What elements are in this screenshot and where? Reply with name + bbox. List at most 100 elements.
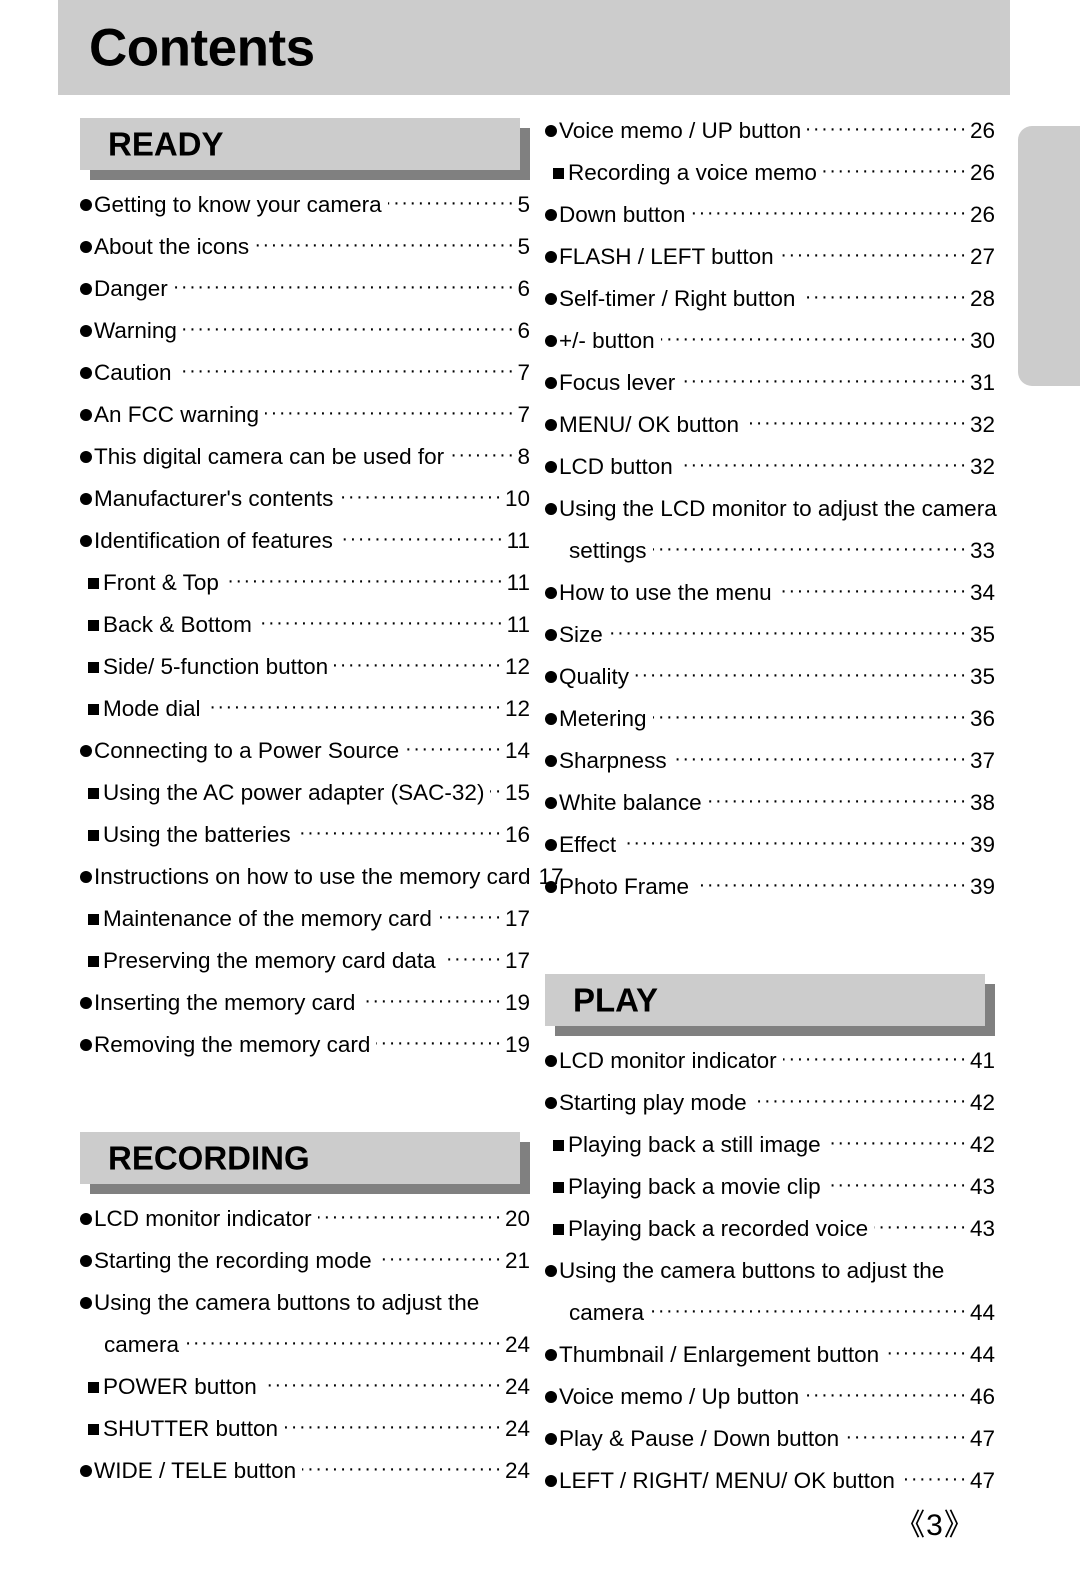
toc-entry[interactable]: Playing back a movie clip ···············… bbox=[545, 1174, 995, 1216]
toc-entry[interactable]: Using the batteries ·····················… bbox=[80, 822, 530, 864]
toc-page-number: 15 bbox=[504, 780, 530, 805]
toc-leader-dots: ········································… bbox=[673, 748, 968, 771]
toc-entry[interactable]: Front & Top ·····························… bbox=[80, 570, 530, 612]
toc-entry[interactable]: Getting to know your camera ·············… bbox=[80, 192, 530, 234]
toc-entry-label: settings bbox=[569, 538, 647, 563]
toc-entry-label: Side/ 5-function button bbox=[103, 654, 329, 679]
toc-entry-label: Size bbox=[559, 622, 603, 647]
toc-entry[interactable]: camera ··································… bbox=[545, 1300, 995, 1342]
toc-entry[interactable]: Effect ··································… bbox=[545, 832, 995, 874]
toc-entry[interactable]: Size ····································… bbox=[545, 622, 995, 664]
toc-entry[interactable]: camera ··································… bbox=[80, 1332, 530, 1374]
toc-page-number: 24 bbox=[504, 1332, 530, 1357]
toc-leader-dots: ········································… bbox=[284, 1416, 503, 1439]
toc-entry[interactable]: Mode dial ·······························… bbox=[80, 696, 530, 738]
toc-entry[interactable]: MENU/ OK button ·························… bbox=[545, 412, 995, 454]
toc-entry-label: camera bbox=[104, 1332, 180, 1357]
toc-entry[interactable]: Starting play mode ······················… bbox=[545, 1090, 995, 1132]
toc-entry[interactable]: Metering ································… bbox=[545, 706, 995, 748]
toc-page-number: 19 bbox=[504, 990, 530, 1015]
toc-entry[interactable]: Focus lever ·····························… bbox=[545, 370, 995, 412]
square-bullet-icon bbox=[88, 569, 99, 595]
toc-entry-label: Using the camera buttons to adjust the bbox=[559, 1258, 945, 1283]
toc-leader-dots-run: ········································… bbox=[673, 748, 968, 770]
toc-leader-dots: ········································… bbox=[635, 664, 968, 687]
toc-entry[interactable]: Using the camera buttons to adjust the bbox=[545, 1258, 995, 1300]
toc-entry[interactable]: Voice memo / Up button ··················… bbox=[545, 1384, 995, 1426]
toc-entry[interactable]: Playing back a recorded voice ···········… bbox=[545, 1216, 995, 1258]
toc-leader-dots-run: ········································… bbox=[225, 570, 505, 592]
toc-entry[interactable]: Warning ·································… bbox=[80, 318, 530, 360]
toc-entry[interactable]: Photo Frame ·····························… bbox=[545, 874, 995, 916]
toc-entry[interactable]: Caution ·································… bbox=[80, 360, 530, 402]
toc-page-number: 11 bbox=[506, 528, 530, 553]
toc-entry[interactable]: About the icons ·························… bbox=[80, 234, 530, 276]
toc-leader-dots: ········································… bbox=[679, 454, 968, 477]
square-bullet-icon bbox=[88, 1415, 99, 1441]
toc-leader-dots: ········································… bbox=[376, 1032, 503, 1055]
toc-entry[interactable]: White balance ···························… bbox=[545, 790, 995, 832]
toc-entry[interactable]: Thumbnail / Enlargement button ··········… bbox=[545, 1342, 995, 1384]
toc-entry[interactable]: Self-timer / Right button ···············… bbox=[545, 286, 995, 328]
toc-entry[interactable]: LCD monitor indicator ···················… bbox=[80, 1206, 530, 1248]
circle-bullet-icon bbox=[545, 1383, 557, 1409]
toc-entry-label: Using the camera buttons to adjust the bbox=[94, 1290, 480, 1315]
square-bullet-icon bbox=[88, 695, 99, 721]
toc-entry[interactable]: Maintenance of the memory card··········… bbox=[80, 906, 530, 948]
toc-entry[interactable]: Removing the memory card················… bbox=[80, 1032, 530, 1074]
toc-entry[interactable]: Side/ 5-function button ·················… bbox=[80, 654, 530, 696]
toc-entry[interactable]: SHUTTER button ··························… bbox=[80, 1416, 530, 1458]
square-bullet-icon bbox=[88, 611, 99, 637]
toc-entry-label: White balance bbox=[559, 790, 702, 815]
toc-entry[interactable]: Inserting the memory card ···············… bbox=[80, 990, 530, 1032]
toc-entry[interactable]: POWER button ····························… bbox=[80, 1374, 530, 1416]
toc-leader-dots-run: ········································… bbox=[874, 1216, 968, 1238]
toc-entry[interactable]: This digital camera can be used for ·····… bbox=[80, 444, 530, 486]
square-bullet-icon bbox=[553, 159, 564, 185]
toc-leader-dots: ········································… bbox=[695, 874, 968, 897]
toc-entry[interactable]: Using the AC power adapter (SAC-32) ·····… bbox=[80, 780, 530, 822]
toc-leader-dots-run: ········································… bbox=[258, 612, 505, 634]
toc-entry[interactable]: +/- button ······························… bbox=[545, 328, 995, 370]
toc-leader-dots: ········································… bbox=[650, 1300, 968, 1323]
toc-page-number: 5 bbox=[517, 234, 530, 259]
toc-entry[interactable]: Quality ·································… bbox=[545, 664, 995, 706]
toc-entry[interactable]: LCD monitor indicator ···················… bbox=[545, 1048, 995, 1090]
toc-entry[interactable]: Playing back a still image ··············… bbox=[545, 1132, 995, 1174]
toc-entry-label: Caution bbox=[94, 360, 172, 385]
toc-page-number: 27 bbox=[969, 244, 995, 269]
toc-entry[interactable]: WIDE / TELE button ······················… bbox=[80, 1458, 530, 1500]
toc-leader-dots: ········································… bbox=[450, 444, 515, 467]
toc-entry[interactable]: Preserving the memory card data ·········… bbox=[80, 948, 530, 990]
toc-entry[interactable]: Down button ·····························… bbox=[545, 202, 995, 244]
toc-entry[interactable]: Connecting to a Power Source ············… bbox=[80, 738, 530, 780]
toc-entry[interactable]: settings ································… bbox=[545, 538, 995, 580]
toc-leader-dots-run: ········································… bbox=[678, 454, 968, 476]
circle-bullet-icon bbox=[80, 737, 92, 763]
toc-page-number: 28 bbox=[969, 286, 995, 311]
toc-entry[interactable]: Back & Bottom ···························… bbox=[80, 612, 530, 654]
toc-entry[interactable]: Using the camera buttons to adjust the bbox=[80, 1290, 530, 1332]
toc-entry[interactable]: Sharpness ·······························… bbox=[545, 748, 995, 790]
toc-page-number: 26 bbox=[969, 160, 995, 185]
toc-entry[interactable]: Voice memo / UP button ··················… bbox=[545, 118, 995, 160]
toc-page-number: 47 bbox=[969, 1468, 995, 1493]
toc-entry[interactable]: Instructions on how to use the memory ca… bbox=[80, 864, 564, 906]
toc-page-number: 43 bbox=[969, 1174, 995, 1199]
toc-entry[interactable]: Starting the recording mode ·············… bbox=[80, 1248, 530, 1290]
toc-entry[interactable]: Play & Pause / Down button ··············… bbox=[545, 1426, 995, 1468]
toc-entry[interactable]: How to use the menu ·····················… bbox=[545, 580, 995, 622]
toc-entry[interactable]: Danger ··································… bbox=[80, 276, 530, 318]
toc-entry-label: Playing back a recorded voice bbox=[568, 1216, 869, 1241]
toc-entry[interactable]: LCD button ······························… bbox=[545, 454, 995, 496]
toc-entry[interactable]: Using the LCD monitor to adjust the came… bbox=[545, 496, 997, 538]
toc-entry-label: Connecting to a Power Source bbox=[94, 738, 400, 763]
toc-entry[interactable]: FLASH / LEFT button ·····················… bbox=[545, 244, 995, 286]
toc-entry[interactable]: An FCC warning ··························… bbox=[80, 402, 530, 444]
toc-entry[interactable]: Identification of features ··············… bbox=[80, 528, 530, 570]
toc-page-number: 24 bbox=[504, 1374, 530, 1399]
toc-entry[interactable]: Manufacturer's contents ·················… bbox=[80, 486, 530, 528]
toc-entry[interactable]: Recording a voice memo ··················… bbox=[545, 160, 995, 202]
toc-entry-label: FLASH / LEFT button bbox=[559, 244, 774, 269]
toc-list: LCD monitor indicator ···················… bbox=[545, 1048, 995, 1510]
